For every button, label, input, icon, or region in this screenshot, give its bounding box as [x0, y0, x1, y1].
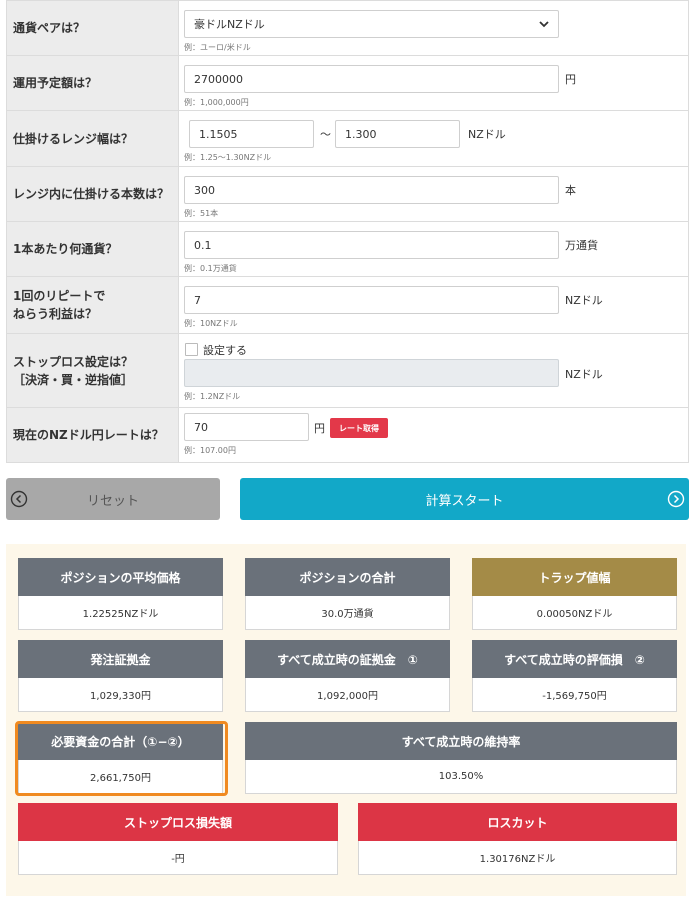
result-loss-all: すべて成立時の評価損 ② -1,569,750円	[472, 640, 677, 712]
result-stoploss-amount-value: -円	[18, 841, 338, 875]
result-order-margin-title: 発注証拠金	[18, 640, 223, 678]
range-low-value: 1.1505	[199, 127, 238, 141]
result-order-margin: 発注証拠金 1,029,330円	[18, 640, 223, 712]
currency-pair-select[interactable]: 豪ドルNZドル	[184, 10, 559, 38]
currency-pair-value: 豪ドルNZドル	[194, 18, 265, 31]
hint-range: 例：1.25～1.30NZドル	[184, 153, 272, 162]
result-margin-all-value: 1,092,000円	[245, 678, 450, 712]
rate-unit: 円	[314, 422, 325, 435]
cell-currency-pair: 豪ドルNZドル 例：ユーロ/米ドル	[179, 1, 688, 55]
reset-button-label: リセット	[86, 493, 139, 509]
get-rate-button[interactable]: レート取得	[330, 418, 388, 438]
range-high-input[interactable]: 1.300	[335, 120, 460, 148]
row-lot: 1本あたり何通貨？ 0.1 万通貨 例：0.1万通貨	[7, 222, 688, 277]
row-profit: 1回のリピートで ねらう利益は？ 7 NZドル 例：10NZドル	[7, 277, 688, 334]
stoploss-checkbox-label: 設定する	[203, 344, 247, 357]
result-loss-cut: ロスカット 1.30176NZドル	[358, 803, 677, 875]
count-input-value: 300	[194, 183, 215, 197]
row-rate: 現在のNZドル円レートは？ 70 円 レート取得 例：107.00円	[7, 408, 688, 463]
hint-currency-pair: 例：ユーロ/米ドル	[184, 43, 251, 52]
result-loss-all-value: -1,569,750円	[472, 678, 677, 712]
result-order-margin-value: 1,029,330円	[18, 678, 223, 712]
result-trap-width: トラップ値幅 0.00050NZドル	[472, 558, 677, 630]
row-stoploss: ストップロス設定は？ ［決済・買・逆指値］ 設定する NZドル 例：1.2NZド…	[7, 334, 688, 408]
label-lot: 1本あたり何通貨？	[7, 222, 179, 276]
label-range: 仕掛けるレンジ幅は？	[7, 111, 179, 166]
result-maintenance-rate: すべて成立時の維持率 103.50%	[245, 722, 677, 794]
result-avg-price-title: ポジションの平均価格	[18, 558, 223, 596]
rate-input-value: 70	[194, 420, 208, 434]
label-amount: 運用予定額は？	[7, 56, 179, 110]
stoploss-unit: NZドル	[565, 368, 603, 381]
row-amount: 運用予定額は？ 2700000 円 例：1,000,000円	[7, 56, 688, 111]
amount-unit: 円	[565, 73, 576, 86]
hint-rate: 例：107.00円	[184, 446, 236, 455]
result-loss-cut-title: ロスカット	[358, 803, 677, 841]
cell-profit: 7 NZドル 例：10NZドル	[179, 277, 688, 333]
row-currency-pair: 通貨ペアは？ 豪ドルNZドル 例：ユーロ/米ドル	[7, 0, 688, 56]
simulation-form: 通貨ペアは？ 豪ドルNZドル 例：ユーロ/米ドル 運用予定額は？ 2700000…	[6, 0, 689, 463]
result-maintenance-rate-title: すべて成立時の維持率	[245, 722, 677, 760]
cell-rate: 70 円 レート取得 例：107.00円	[179, 408, 688, 462]
stoploss-input[interactable]	[184, 359, 559, 387]
label-currency-pair: 通貨ペアは？	[7, 1, 179, 55]
result-margin-all-title: すべて成立時の証拠金 ①	[245, 640, 450, 678]
chevron-left-circle-icon	[10, 490, 28, 508]
result-loss-cut-value: 1.30176NZドル	[358, 841, 677, 875]
profit-input-value: 7	[194, 293, 201, 307]
result-stoploss-amount-title: ストップロス損失額	[18, 803, 338, 841]
hint-stoploss: 例：1.2NZドル	[184, 392, 241, 401]
required-total-highlight	[15, 721, 228, 796]
cell-stoploss: 設定する NZドル 例：1.2NZドル	[179, 334, 688, 407]
amount-input[interactable]: 2700000	[184, 65, 559, 93]
lot-unit: 万通貨	[565, 239, 598, 252]
result-total-position: ポジションの合計 30.0万通貨	[245, 558, 450, 630]
cell-range: 1.1505 ～ 1.300 NZドル 例：1.25～1.30NZドル	[179, 111, 688, 166]
result-margin-all: すべて成立時の証拠金 ① 1,092,000円	[245, 640, 450, 712]
count-unit: 本	[565, 184, 576, 197]
results-panel: ポジションの平均価格 1.22525NZドル ポジションの合計 30.0万通貨 …	[6, 544, 686, 896]
result-avg-price-value: 1.22525NZドル	[18, 596, 223, 630]
lot-input[interactable]: 0.1	[184, 231, 559, 259]
label-count: レンジ内に仕掛ける本数は？	[7, 167, 179, 221]
hint-count: 例：51本	[184, 209, 219, 218]
range-high-value: 1.300	[345, 127, 377, 141]
hint-profit: 例：10NZドル	[184, 319, 238, 328]
row-count: レンジ内に仕掛ける本数は？ 300 本 例：51本	[7, 167, 688, 222]
calculate-button-label: 計算スタート	[425, 493, 504, 509]
result-trap-width-value: 0.00050NZドル	[472, 596, 677, 630]
range-unit: NZドル	[468, 128, 506, 141]
result-trap-width-title: トラップ値幅	[472, 558, 677, 596]
hint-lot: 例：0.1万通貨	[184, 264, 237, 273]
result-total-position-value: 30.0万通貨	[245, 596, 450, 630]
label-rate: 現在のNZドル円レートは？	[7, 408, 179, 462]
hint-amount: 例：1,000,000円	[184, 98, 249, 107]
label-profit: 1回のリピートで ねらう利益は？	[7, 277, 179, 333]
chevron-right-circle-icon	[667, 490, 685, 508]
cell-count: 300 本 例：51本	[179, 167, 688, 221]
profit-unit: NZドル	[565, 294, 603, 307]
profit-input[interactable]: 7	[184, 286, 559, 314]
count-input[interactable]: 300	[184, 176, 559, 204]
row-range: 仕掛けるレンジ幅は？ 1.1505 ～ 1.300 NZドル 例：1.25～1.…	[7, 111, 688, 167]
range-tilde: ～	[320, 128, 331, 141]
range-low-input[interactable]: 1.1505	[189, 120, 314, 148]
stoploss-checkbox[interactable]	[185, 343, 198, 356]
result-total-position-title: ポジションの合計	[245, 558, 450, 596]
lot-input-value: 0.1	[194, 238, 212, 252]
rate-input[interactable]: 70	[184, 413, 309, 441]
label-stoploss: ストップロス設定は？ ［決済・買・逆指値］	[7, 334, 179, 407]
amount-input-value: 2700000	[194, 72, 243, 86]
result-avg-price: ポジションの平均価格 1.22525NZドル	[18, 558, 223, 630]
result-stoploss-amount: ストップロス損失額 -円	[18, 803, 338, 875]
chevron-down-icon	[539, 21, 549, 28]
result-loss-all-title: すべて成立時の評価損 ②	[472, 640, 677, 678]
cell-lot: 0.1 万通貨 例：0.1万通貨	[179, 222, 688, 276]
result-maintenance-rate-value: 103.50%	[245, 760, 677, 794]
calculate-button[interactable]: 計算スタート	[240, 478, 689, 520]
cell-amount: 2700000 円 例：1,000,000円	[179, 56, 688, 110]
reset-button[interactable]: リセット	[6, 478, 220, 520]
